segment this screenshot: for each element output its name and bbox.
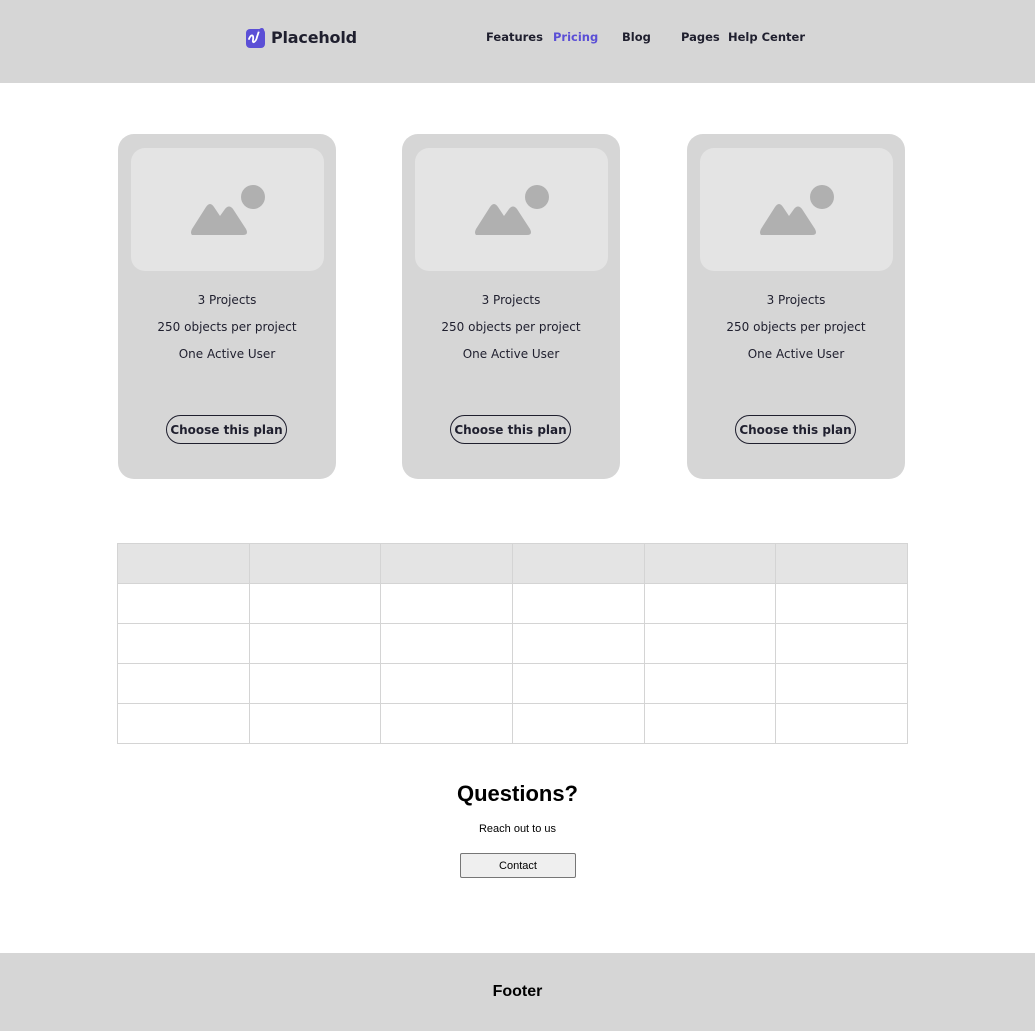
plan-feature: 250 objects per project xyxy=(441,320,581,334)
table-cell xyxy=(775,583,908,624)
footer-text: Footer xyxy=(492,983,543,1000)
table-row xyxy=(117,583,908,624)
table-cell xyxy=(380,663,513,704)
table-header-row xyxy=(117,543,908,584)
table-cell xyxy=(380,703,513,744)
table-cell xyxy=(775,703,908,744)
choose-plan-button[interactable]: Choose this plan xyxy=(735,415,856,444)
nav-features[interactable]: Features xyxy=(486,30,543,44)
choose-plan-button[interactable]: Choose this plan xyxy=(166,415,287,444)
table-cell xyxy=(248,663,382,704)
table-cell xyxy=(511,583,645,624)
table-header-cell xyxy=(775,543,908,584)
table-row xyxy=(117,703,908,744)
card-image xyxy=(700,148,893,271)
questions-subtitle: Reach out to us xyxy=(478,823,557,835)
table-cell xyxy=(511,623,645,664)
table-row xyxy=(117,623,908,664)
nav-pricing[interactable]: Pricing xyxy=(553,30,598,44)
table-cell xyxy=(775,623,908,664)
table-cell xyxy=(248,583,382,624)
table-cell xyxy=(380,623,513,664)
table-cell xyxy=(643,703,777,744)
questions-title: Questions? xyxy=(456,781,578,806)
image-placeholder-icon xyxy=(475,185,549,235)
table-header-cell xyxy=(380,543,513,584)
table-cell xyxy=(511,703,645,744)
brand[interactable]: Placehold xyxy=(246,27,357,48)
table-header-cell xyxy=(511,543,645,584)
contact-button[interactable]: Contact xyxy=(460,853,576,878)
plan-feature: 250 objects per project xyxy=(726,320,866,334)
plan-feature: 250 objects per project xyxy=(157,320,297,334)
table-cell xyxy=(775,663,908,704)
table-cell xyxy=(248,623,382,664)
card-image xyxy=(131,148,324,271)
plan-card: 3 Projects 250 objects per project One A… xyxy=(687,134,905,479)
brand-logo-icon xyxy=(246,27,265,48)
site-header: Placehold Features Pricing Blog Pages He… xyxy=(0,0,1035,83)
plan-feature: One Active User xyxy=(747,347,845,361)
table-cell xyxy=(643,623,777,664)
image-placeholder-icon xyxy=(191,185,265,235)
plan-card: 3 Projects 250 objects per project One A… xyxy=(118,134,336,479)
table-cell xyxy=(643,663,777,704)
nav-blog[interactable]: Blog xyxy=(622,30,651,44)
image-placeholder-icon xyxy=(760,185,834,235)
choose-plan-button[interactable]: Choose this plan xyxy=(450,415,571,444)
table-row xyxy=(117,663,908,704)
plan-feature: 3 Projects xyxy=(481,293,541,307)
table-cell xyxy=(248,703,382,744)
comparison-table xyxy=(117,543,908,744)
nav-pages[interactable]: Pages xyxy=(681,30,720,44)
table-cell xyxy=(117,583,250,624)
table-cell xyxy=(643,583,777,624)
table-header-cell xyxy=(643,543,777,584)
table-cell xyxy=(117,663,250,704)
plan-feature: One Active User xyxy=(462,347,560,361)
site-footer: Footer xyxy=(0,953,1035,1031)
table-header-cell xyxy=(117,543,250,584)
brand-name: Placehold xyxy=(271,28,357,47)
table-header-cell xyxy=(248,543,382,584)
plan-feature: 3 Projects xyxy=(197,293,257,307)
card-image xyxy=(415,148,608,271)
table-cell xyxy=(117,703,250,744)
table-cell xyxy=(511,663,645,704)
plan-feature: One Active User xyxy=(178,347,276,361)
plan-card: 3 Projects 250 objects per project One A… xyxy=(402,134,620,479)
table-cell xyxy=(380,583,513,624)
plan-feature: 3 Projects xyxy=(766,293,826,307)
nav-help-center[interactable]: Help Center xyxy=(728,30,805,44)
table-cell xyxy=(117,623,250,664)
